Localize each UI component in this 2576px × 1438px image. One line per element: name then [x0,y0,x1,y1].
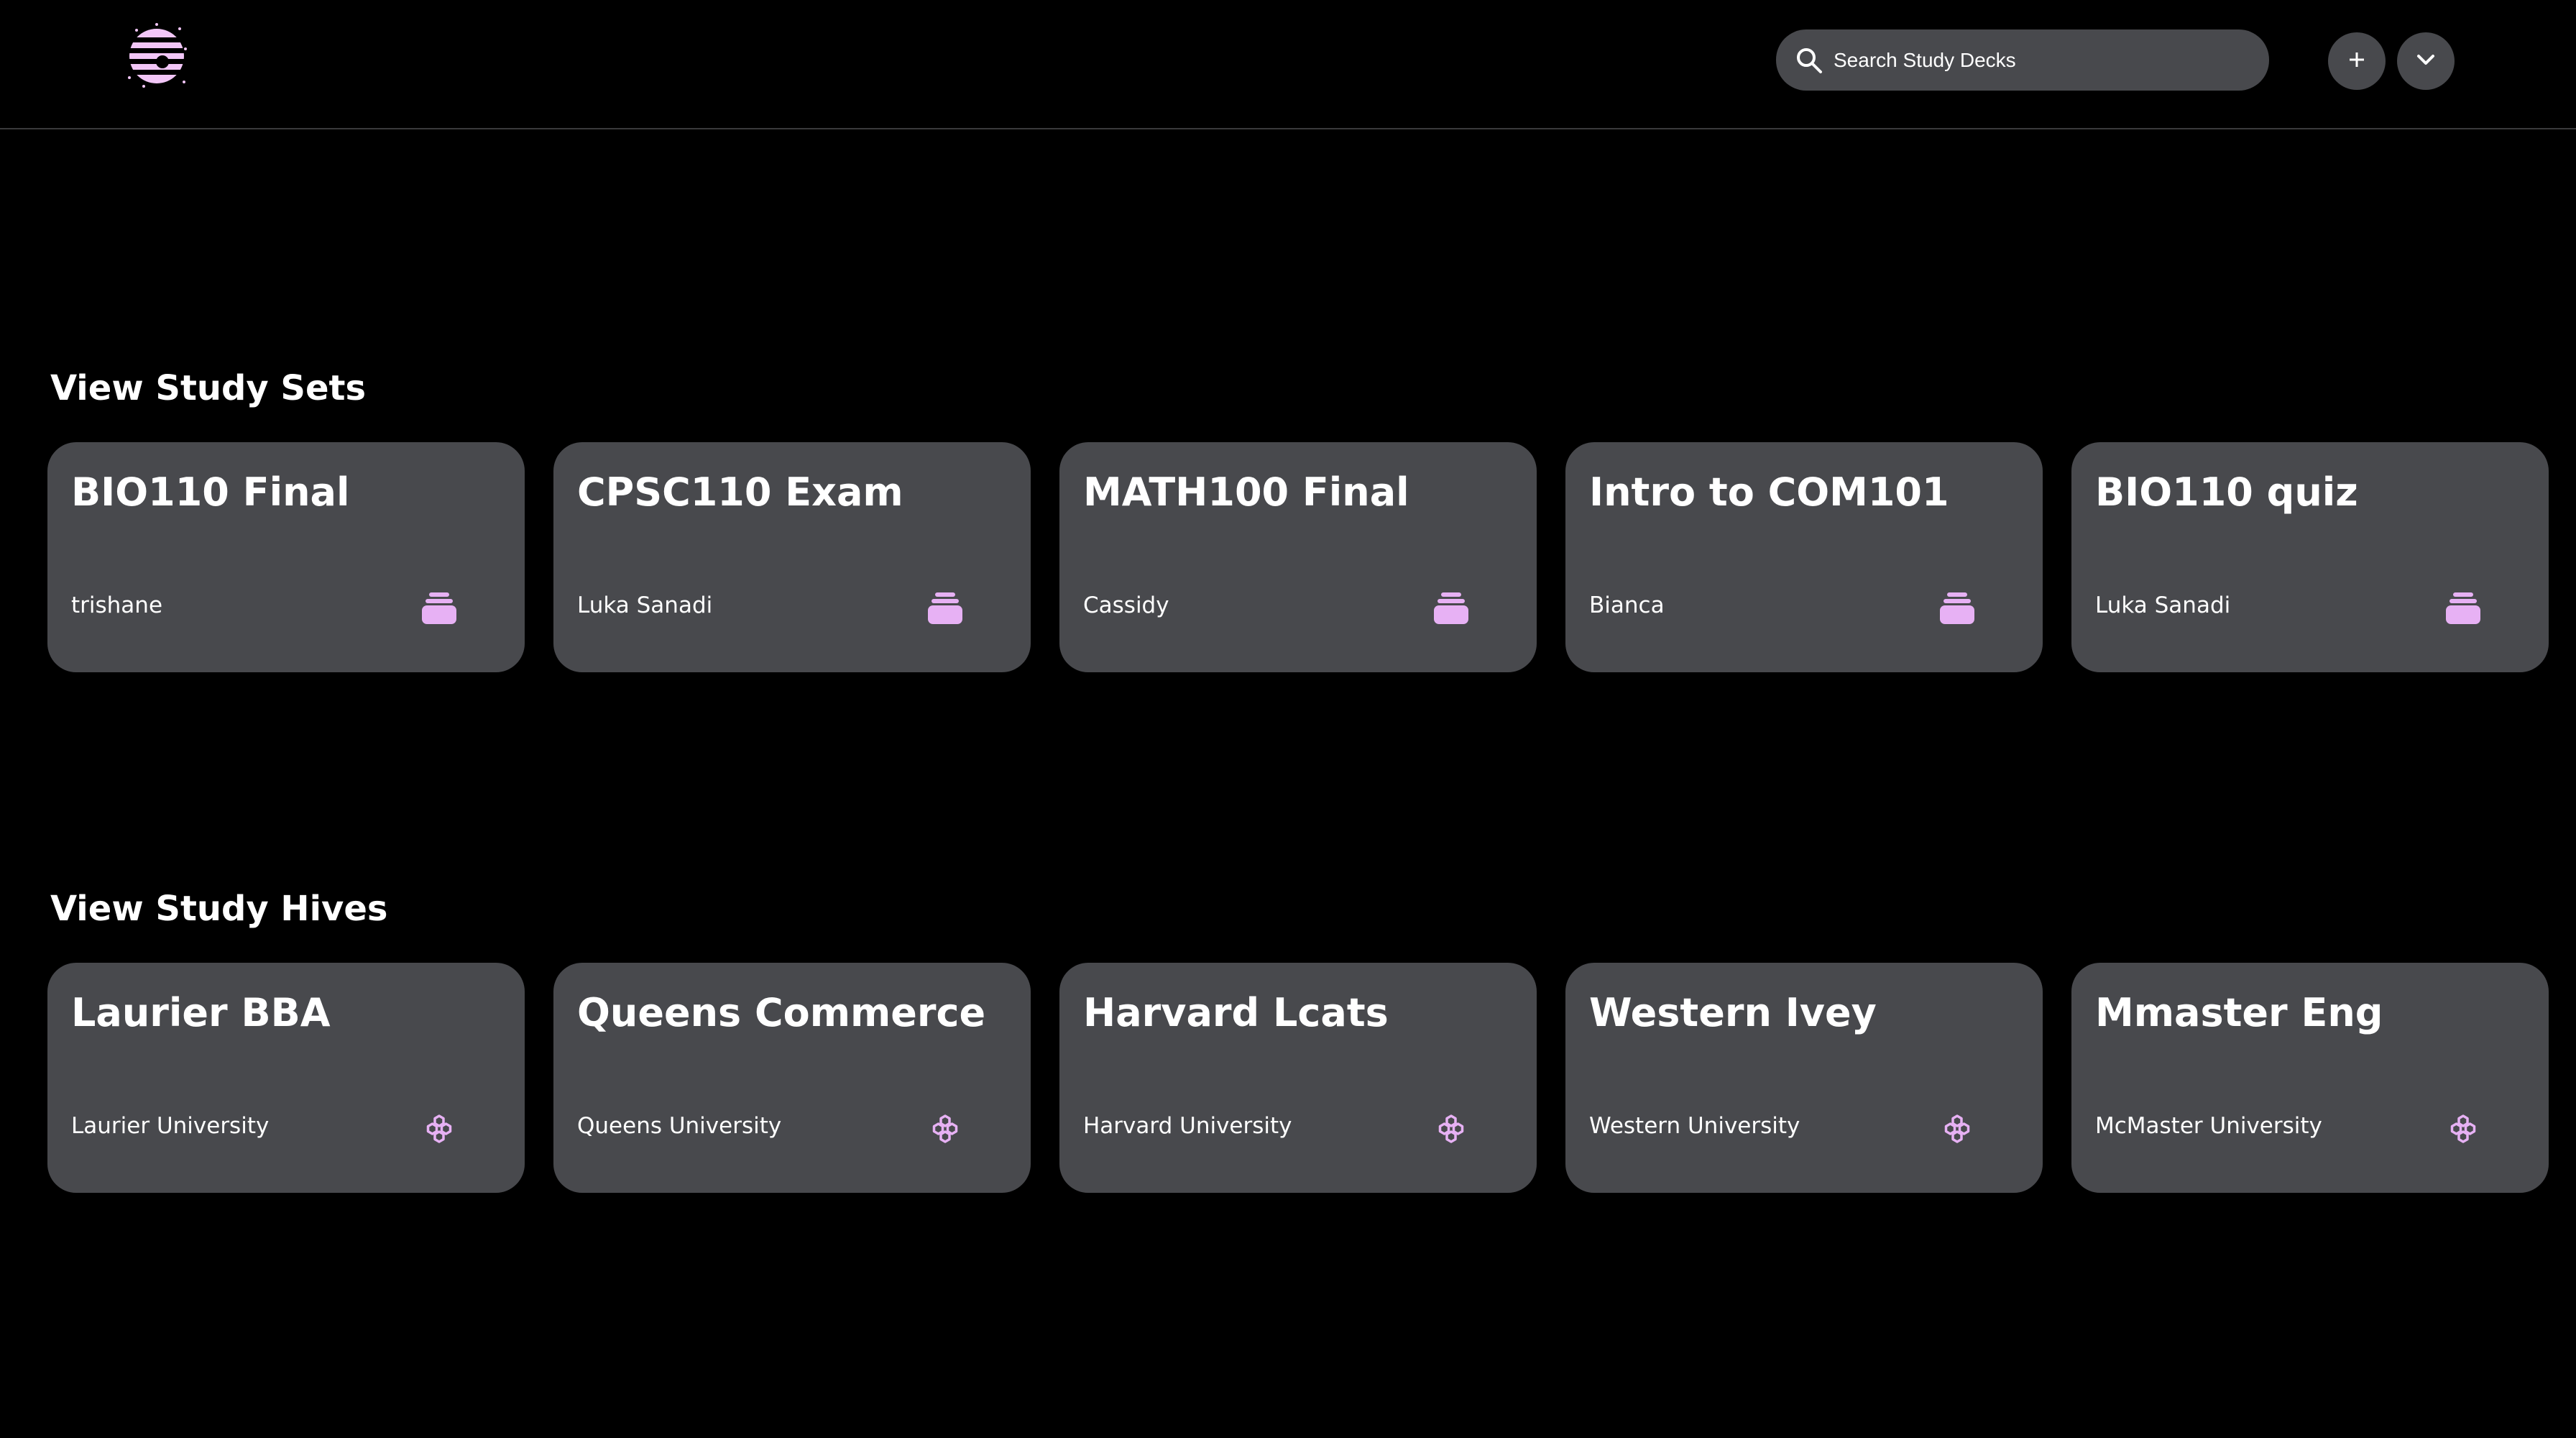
honeycomb-icon [926,1109,965,1148]
card-school: Harvard University [1083,1113,1292,1139]
card-author: Luka Sanadi [2095,592,2231,618]
stack-icon [1938,589,1977,628]
stack-icon [1432,589,1471,628]
study-set-card[interactable]: Intro to COM101 Bianca [1565,442,2043,672]
card-title: Western Ivey [1589,990,1877,1035]
card-author: trishane [71,592,163,618]
card-title: Queens Commerce [577,990,986,1035]
study-hive-card[interactable]: Queens Commerce Queens University [553,963,1031,1193]
study-set-card[interactable]: BIO110 Final trishane [47,442,525,672]
study-hive-card[interactable]: Mmaster Eng McMaster University [2071,963,2549,1193]
study-hive-card[interactable]: Harvard Lcats Harvard University [1059,963,1537,1193]
chevron-down-icon [2414,47,2438,75]
card-title: Mmaster Eng [2095,990,2383,1035]
stack-icon [420,589,459,628]
card-author: Cassidy [1083,592,1169,618]
plus-icon [2347,50,2367,73]
card-title: BIO110 quiz [2095,470,2358,515]
study-set-card[interactable]: CPSC110 Exam Luka Sanadi [553,442,1031,672]
add-button[interactable] [2328,32,2386,90]
card-author: Bianca [1589,592,1665,618]
card-school: Laurier University [71,1113,270,1139]
card-author: Luka Sanadi [577,592,713,618]
beehive-logo-icon[interactable] [122,20,191,89]
card-title: Laurier BBA [71,990,331,1035]
study-set-card[interactable]: MATH100 Final Cassidy [1059,442,1537,672]
card-title: Harvard Lcats [1083,990,1389,1035]
top-bar [0,0,2576,129]
study-hive-card[interactable]: Laurier BBA Laurier University [47,963,525,1193]
card-title: CPSC110 Exam [577,470,903,515]
study-hive-card[interactable]: Western Ivey Western University [1565,963,2043,1193]
card-school: Western University [1589,1113,1800,1139]
stack-icon [2444,589,2483,628]
study-sets-heading: View Study Sets [50,368,367,408]
card-title: MATH100 Final [1083,470,1409,515]
search-icon [1792,43,1826,78]
search-bar[interactable] [1776,29,2269,91]
card-title: Intro to COM101 [1589,470,1949,515]
account-menu-button[interactable] [2397,32,2455,90]
card-school: McMaster University [2095,1113,2322,1139]
honeycomb-icon [1432,1109,1471,1148]
search-input[interactable] [1834,48,2236,72]
card-title: BIO110 Final [71,470,350,515]
stack-icon [926,589,965,628]
study-hives-heading: View Study Hives [50,889,388,929]
study-set-card[interactable]: BIO110 quiz Luka Sanadi [2071,442,2549,672]
honeycomb-icon [2444,1109,2483,1148]
card-school: Queens University [577,1113,782,1139]
honeycomb-icon [420,1109,459,1148]
study-hives-row: Laurier BBA Laurier University Queens Co… [47,963,2549,1193]
honeycomb-icon [1938,1109,1977,1148]
study-sets-row: BIO110 Final trishane CPSC110 Exam Luka … [47,442,2549,672]
